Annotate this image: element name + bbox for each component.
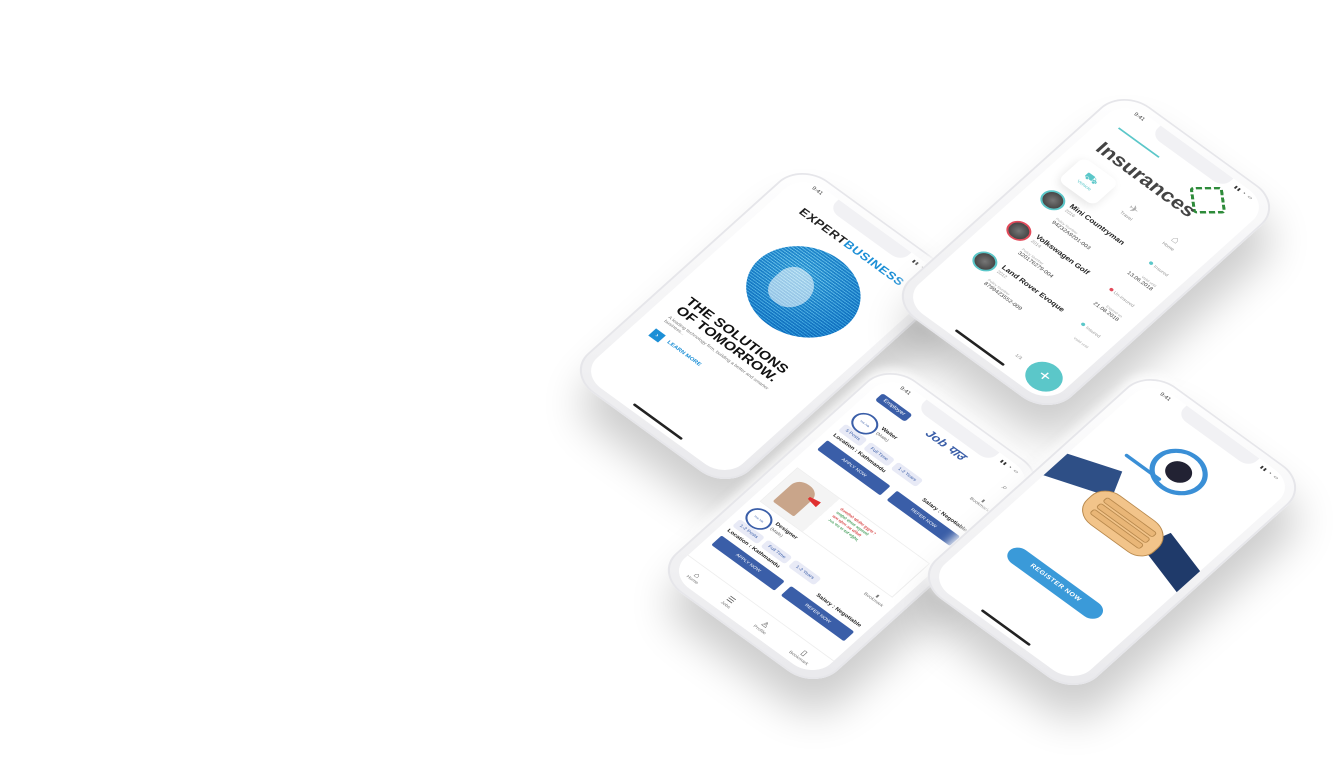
pager: 1/3: [1013, 353, 1024, 361]
employer-button[interactable]: Employer: [874, 393, 913, 423]
register-now-button[interactable]: REGISTER NOW: [1002, 543, 1108, 623]
status-time: 9:41: [898, 386, 912, 397]
register-screen: 9:41 ▮▮ ◔ ▭ REGISTER NOW: [928, 379, 1296, 685]
nav-jobs[interactable]: ☰ Jobs: [719, 593, 739, 609]
valid-label: Valid until: [1072, 336, 1090, 350]
phone-insurances: 9:41 ▮▮ ◔ ▭ Insurances ⛟ Vehicle ✈ Travel …: [887, 87, 1285, 417]
status-icons: ▮▮ ◔ ▭: [1232, 184, 1255, 202]
person-image: [772, 477, 820, 517]
status-text: Insured: [1084, 325, 1102, 340]
experience-chip: 1-2 Years: [788, 559, 822, 586]
bookmark-label: Bookmark: [968, 496, 991, 514]
home-indicator: [954, 329, 1006, 367]
insurance-screen: 9:41 ▮▮ ◔ ▭ Insurances ⛟ Vehicle ✈ Travel …: [902, 99, 1270, 405]
phone-register: 9:41 ▮▮ ◔ ▭ REGISTER NOW: [913, 367, 1311, 697]
status-time: 9:41: [810, 186, 824, 197]
status-icons: ▮▮ ◔ ▭: [998, 458, 1021, 476]
home-indicator: [980, 609, 1032, 647]
nav-profile[interactable]: ♙ Profile: [752, 617, 775, 636]
arrow-button[interactable]: ›: [648, 328, 666, 343]
status-time: 9:41: [1158, 392, 1172, 403]
status-text: Insured: [1151, 264, 1170, 278]
status-time: 9:41: [1132, 112, 1146, 123]
policy-number: 8799423552-009: [982, 281, 1023, 312]
logo-people-icon: [1159, 456, 1198, 488]
add-button[interactable]: +: [1017, 355, 1071, 398]
status-badge: Insured: [1147, 260, 1170, 278]
search-icon[interactable]: ⌕: [999, 483, 1011, 492]
nav-bookmark[interactable]: ▯ Bookmark: [788, 643, 817, 666]
nav-home[interactable]: ⌂ Home: [685, 568, 706, 586]
status-icons: ▮▮ ◔ ▭: [1258, 464, 1281, 482]
bookmark-label: Bookmark: [862, 591, 885, 609]
experience-chip: 1-2 Years: [890, 461, 924, 488]
home-icon: ⌂: [1168, 233, 1184, 246]
home-indicator: [632, 403, 684, 441]
